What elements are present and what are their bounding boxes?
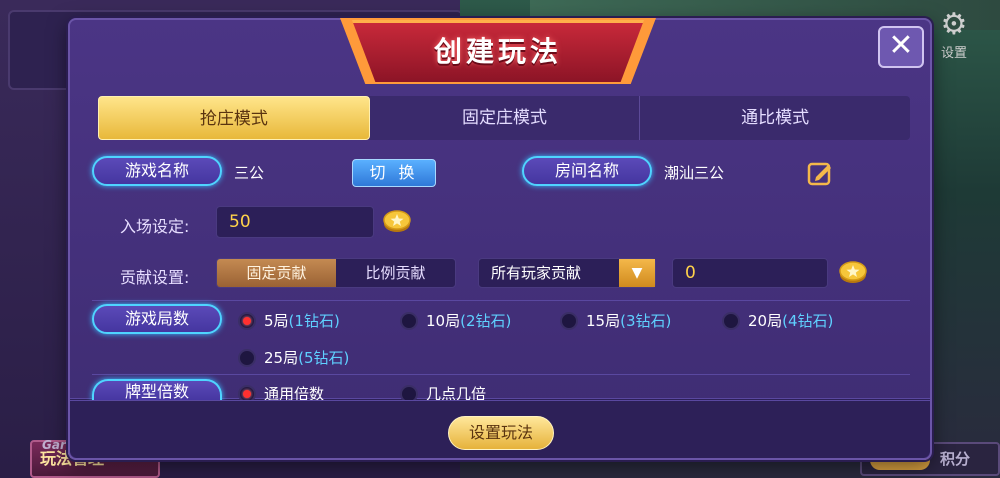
edit-icon[interactable]	[806, 159, 834, 187]
section-divider	[92, 300, 910, 301]
rounds-option-label: 25局	[264, 349, 299, 367]
coin-icon	[839, 261, 867, 283]
coin-icon	[383, 210, 411, 232]
rounds-label: 游戏局数	[92, 304, 222, 334]
rounds-option-label: 5局	[264, 312, 289, 330]
bottom-left-caption: Gar	[42, 438, 66, 452]
contribution-ratio-option[interactable]: 比例贡献	[336, 259, 455, 287]
close-icon: ✕	[888, 28, 914, 63]
rounds-option-label: 10局	[426, 312, 461, 330]
radio-indicator	[238, 311, 256, 330]
rounds-option-cost: (5钻石)	[298, 349, 350, 367]
contribution-fixed-option[interactable]: 固定贡献	[217, 259, 336, 287]
radio-indicator	[400, 311, 418, 330]
section-divider	[92, 374, 910, 375]
entry-input[interactable]: 50	[216, 206, 374, 238]
game-name-label: 游戏名称	[92, 156, 222, 186]
dialog-title: 创建玩法	[433, 35, 562, 68]
switch-game-button[interactable]: 切 换	[352, 159, 436, 187]
room-name-value: 潮汕三公	[664, 164, 725, 182]
create-rules-dialog: 创建玩法 ✕ 抢庄模式 固定庄模式 通比模式 游戏名称 三公 切 换 房间名称 …	[68, 18, 932, 460]
contribution-mode-toggle: 固定贡献 比例贡献	[216, 258, 456, 288]
tab-grab-banker[interactable]: 抢庄模式	[98, 96, 370, 140]
contribution-input[interactable]: 0	[672, 258, 828, 288]
rounds-option-label: 15局	[586, 312, 621, 330]
rounds-option-cost: (3钻石)	[620, 312, 672, 330]
entry-label: 入场设定:	[120, 217, 190, 236]
close-button[interactable]: ✕	[878, 26, 924, 68]
contribution-scope-value: 所有玩家贡献	[491, 264, 582, 282]
game-name-value: 三公	[234, 164, 265, 182]
rounds-option-cost: (1钻石)	[288, 312, 340, 330]
rounds-option-10[interactable]: 10局 (2钻石)	[400, 310, 511, 331]
radio-indicator	[722, 311, 740, 330]
rounds-option-label: 20局	[748, 312, 783, 330]
contribution-scope-select[interactable]: 所有玩家贡献 ▼	[478, 258, 656, 288]
radio-indicator	[560, 311, 578, 330]
score-tab-label: 积分	[940, 450, 971, 468]
tab-compare-all[interactable]: 通比模式	[640, 96, 910, 140]
radio-indicator	[238, 348, 256, 367]
rounds-option-5[interactable]: 5局 (1钻石)	[238, 310, 340, 331]
set-rules-button[interactable]: 设置玩法	[448, 416, 554, 450]
contribution-label: 贡献设置:	[120, 268, 190, 287]
mode-tabs: 抢庄模式 固定庄模式 通比模式	[98, 96, 910, 140]
settings-button[interactable]: ⚙ 设置	[934, 10, 974, 66]
rounds-option-15[interactable]: 15局 (3钻石)	[560, 310, 671, 331]
rounds-option-20[interactable]: 20局 (4钻石)	[722, 310, 833, 331]
rounds-option-cost: (2钻石)	[460, 312, 512, 330]
multiplier-label: 牌型倍数	[92, 379, 222, 401]
gear-icon: ⚙	[940, 7, 968, 42]
chevron-down-icon[interactable]: ▼	[619, 259, 655, 287]
rounds-option-cost: (4钻石)	[782, 312, 834, 330]
tab-fixed-banker[interactable]: 固定庄模式	[370, 96, 641, 140]
settings-label: 设置	[940, 46, 967, 61]
rounds-option-25[interactable]: 25局 (5钻石)	[238, 347, 349, 368]
room-name-label: 房间名称	[522, 156, 652, 186]
